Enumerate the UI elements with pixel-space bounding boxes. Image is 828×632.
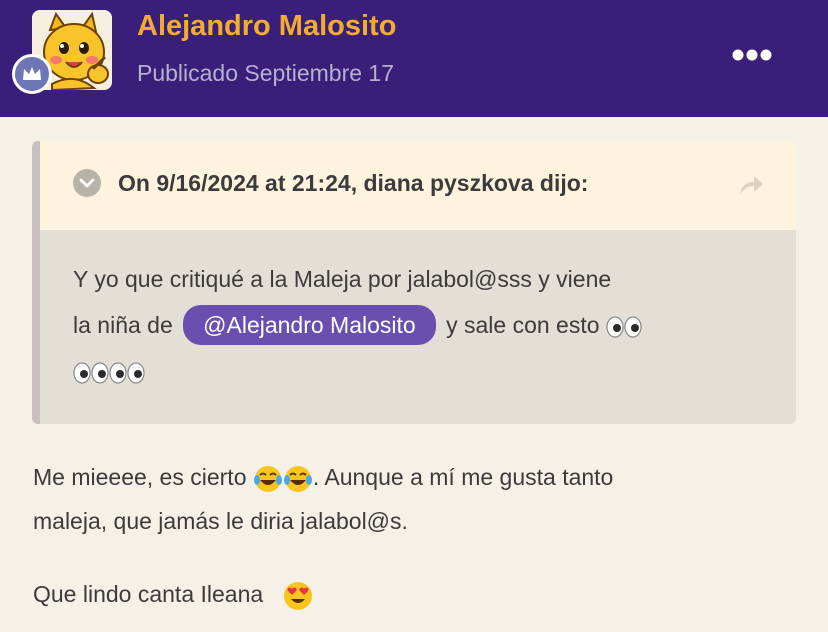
- quote-toggle-button[interactable]: [73, 169, 101, 197]
- more-dots-icon: [732, 49, 772, 61]
- post-paragraph-1-part2: . Aunque a mí me gusta tanto: [312, 464, 614, 490]
- quote-line-2: la niña de @Alejandro Malosito y sale co…: [73, 302, 773, 348]
- share-arrow-icon[interactable]: [736, 172, 766, 198]
- crown-icon: [23, 67, 41, 80]
- post-header: Alejandro Malosito Publicado Septiembre …: [0, 0, 828, 117]
- eyes-emoji: [109, 362, 145, 384]
- tears-of-joy-emoji: [283, 465, 312, 492]
- crown-badge: [12, 54, 52, 94]
- more-options-button[interactable]: [726, 40, 778, 70]
- quote-line-3: [73, 348, 773, 394]
- quote-citation: On 9/16/2024 at 21:24, diana pyszkova di…: [118, 170, 589, 196]
- author-name[interactable]: Alejandro Malosito: [137, 10, 396, 43]
- post-paragraph-1-part1: Me mieeee, es cierto: [33, 464, 247, 490]
- post-body: Me mieeee, es cierto . Aunque a mí me gu…: [33, 455, 793, 543]
- post-paragraph-2: Que lindo canta Ileana: [33, 572, 314, 616]
- heart-eyes-emoji: [283, 581, 312, 610]
- post-paragraph-1: Me mieeee, es cierto . Aunque a mí me gu…: [33, 455, 793, 499]
- quote-bar: [32, 141, 40, 424]
- eyes-emoji: [73, 362, 109, 384]
- quote-line-2-suffix: y sale con esto: [446, 312, 600, 338]
- quote-line-1: Y yo que critiqué a la Maleja por jalabo…: [73, 266, 612, 292]
- quote-line-2-prefix: la niña de: [73, 312, 173, 338]
- post-paragraph-1-line-2: maleja, que jamás le diria jalabol@s.: [33, 508, 408, 534]
- eyes-emoji: [606, 316, 642, 338]
- chevron-down-icon: [79, 178, 95, 188]
- post-paragraph-2-text: Que lindo canta Ileana: [33, 581, 264, 607]
- user-mention[interactable]: @Alejandro Malosito: [183, 305, 436, 345]
- published-date: Publicado Septiembre 17: [137, 60, 394, 86]
- quote-body: Y yo que critiqué a la Maleja por jalabo…: [73, 256, 773, 394]
- tears-of-joy-emoji: [253, 465, 282, 492]
